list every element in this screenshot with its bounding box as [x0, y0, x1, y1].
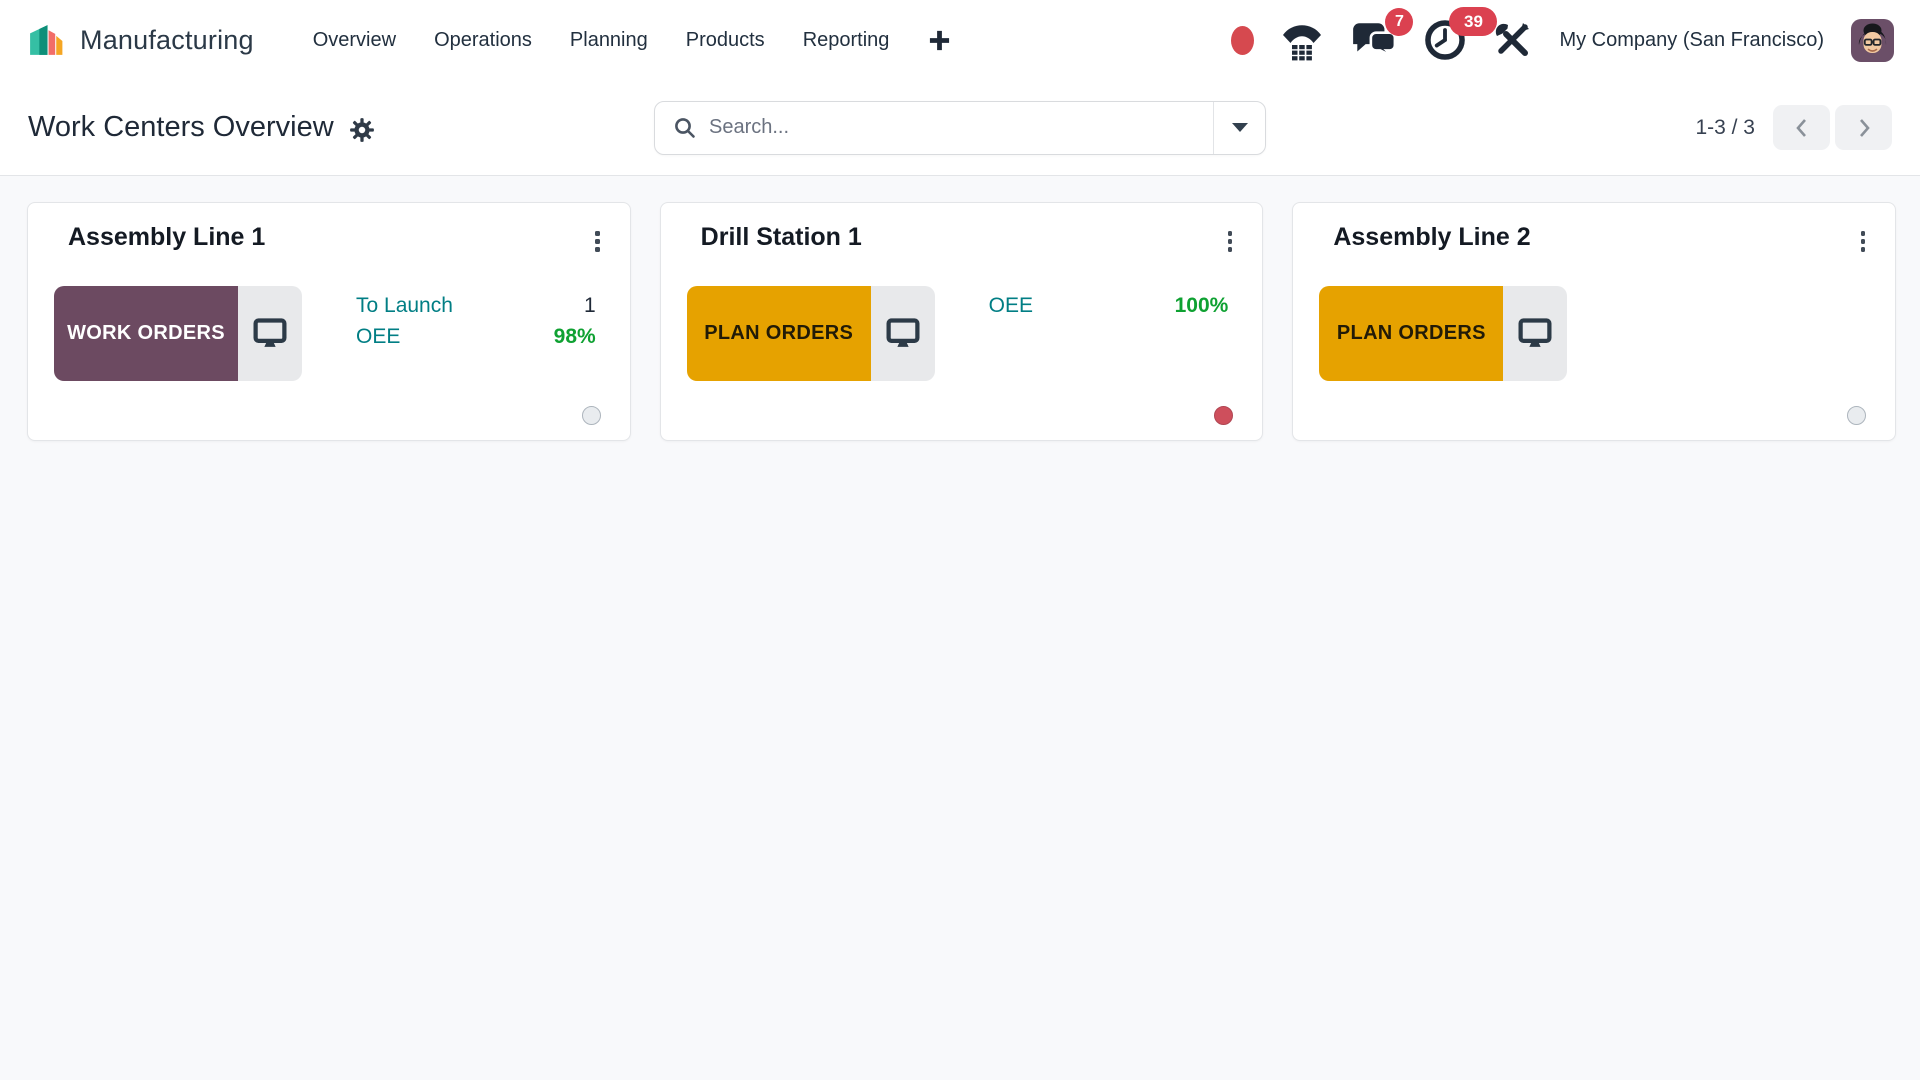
card-menu-button[interactable]	[589, 223, 606, 260]
app-name: Manufacturing	[80, 25, 254, 56]
app-switcher-button[interactable]: Manufacturing	[26, 20, 254, 61]
plan-orders-button[interactable]: PLAN ORDERS	[687, 286, 871, 381]
new-menu-button[interactable]	[918, 21, 961, 60]
activities-button[interactable]: 39	[1423, 18, 1467, 62]
kebab-icon	[595, 231, 600, 252]
phone-icon	[1279, 19, 1325, 61]
shop-floor-screen-button[interactable]	[238, 286, 302, 381]
pager-previous-button[interactable]	[1773, 105, 1830, 150]
stat-value: 100%	[1175, 294, 1229, 318]
gear-icon	[349, 117, 375, 143]
work-orders-button[interactable]: WORK ORDERS	[54, 286, 238, 381]
messages-count-badge: 7	[1385, 8, 1413, 36]
pager-next-button[interactable]	[1835, 105, 1892, 150]
work-center-title: Assembly Line 1	[68, 223, 265, 252]
chevron-right-icon	[1853, 115, 1875, 141]
work-center-card: Assembly Line 1 WORK ORDERS	[27, 202, 631, 441]
chevron-left-icon	[1791, 115, 1813, 141]
systray: 7 39 My Company (San Francisco)	[1231, 18, 1894, 62]
stat-value: 98%	[554, 325, 596, 349]
main-menu: Overview Operations Planning Products Re…	[294, 19, 909, 62]
menu-planning[interactable]: Planning	[551, 19, 667, 62]
working-state-indicator[interactable]	[1847, 406, 1866, 425]
card-menu-button[interactable]	[1855, 223, 1872, 260]
pager: 1-3 / 3	[1695, 105, 1892, 150]
stat-label[interactable]: To Launch	[356, 294, 453, 318]
page-title: Work Centers Overview	[28, 111, 334, 144]
wrench-screwdriver-icon	[1492, 20, 1532, 60]
work-center-card: Assembly Line 2 PLAN ORDERS	[1292, 202, 1896, 441]
stat-label[interactable]: OEE	[989, 294, 1033, 318]
user-menu-button[interactable]	[1851, 19, 1894, 62]
kebab-icon	[1861, 231, 1866, 252]
view-settings-button[interactable]	[349, 113, 375, 143]
work-center-stats: To Launch 1 OEE 98%	[356, 286, 596, 381]
plus-icon	[928, 29, 951, 52]
menu-overview[interactable]: Overview	[294, 19, 415, 62]
kebab-icon	[1228, 231, 1233, 252]
caret-down-icon	[1232, 123, 1248, 132]
shop-floor-screen-button[interactable]	[1503, 286, 1567, 381]
monitor-icon	[886, 318, 920, 349]
control-panel: Work Centers Overview	[0, 80, 1920, 176]
work-center-title: Assembly Line 2	[1333, 223, 1530, 252]
stat-value: 1	[584, 294, 596, 318]
manufacturing-app-icon	[26, 20, 67, 61]
tools-button[interactable]	[1492, 20, 1532, 60]
work-centers-kanban: Assembly Line 1 WORK ORDERS	[0, 176, 1920, 441]
work-center-card: Drill Station 1 PLAN ORDERS	[660, 202, 1264, 441]
company-switcher[interactable]: My Company (San Francisco)	[1557, 25, 1826, 56]
working-state-indicator[interactable]	[1214, 406, 1233, 425]
menu-reporting[interactable]: Reporting	[784, 19, 909, 62]
messages-button[interactable]: 7	[1350, 19, 1398, 61]
stat-label[interactable]: OEE	[356, 325, 400, 349]
menu-products[interactable]: Products	[667, 19, 784, 62]
top-navbar: Manufacturing Overview Operations Planni…	[0, 0, 1920, 80]
work-center-stats	[1621, 286, 1861, 381]
presence-indicator-dot	[1231, 26, 1254, 55]
search-bar	[654, 101, 1266, 155]
work-center-title: Drill Station 1	[701, 223, 862, 252]
monitor-icon	[1518, 318, 1552, 349]
card-menu-button[interactable]	[1222, 223, 1239, 260]
monitor-icon	[253, 318, 287, 349]
menu-operations[interactable]: Operations	[415, 19, 551, 62]
working-state-indicator[interactable]	[582, 406, 601, 425]
user-avatar	[1851, 19, 1894, 62]
voip-phone-button[interactable]	[1279, 19, 1325, 61]
work-center-stats: OEE 100%	[989, 286, 1229, 381]
pager-range: 1-3 / 3	[1695, 116, 1755, 140]
shop-floor-screen-button[interactable]	[871, 286, 935, 381]
search-icon	[673, 116, 697, 140]
plan-orders-button[interactable]: PLAN ORDERS	[1319, 286, 1503, 381]
search-input[interactable]	[709, 116, 1213, 139]
search-filters-toggle[interactable]	[1213, 102, 1265, 154]
activities-count-badge: 39	[1449, 7, 1497, 36]
